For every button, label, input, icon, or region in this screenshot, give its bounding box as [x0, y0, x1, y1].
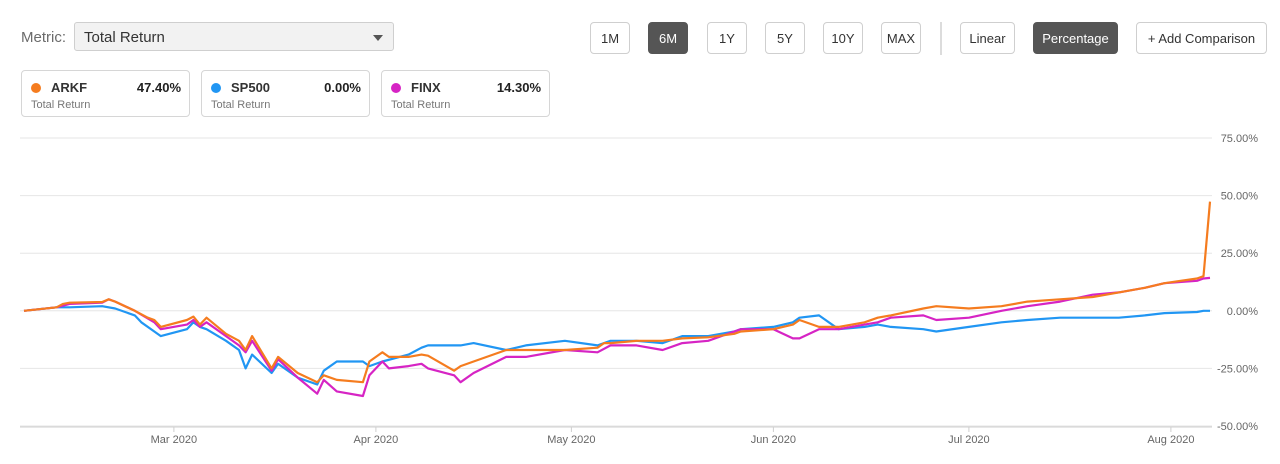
x-tick-label: Aug 2020 — [1147, 434, 1194, 446]
series-color-dot — [211, 83, 221, 93]
percentage-scale-button[interactable]: Percentage — [1033, 22, 1118, 54]
x-tick-label: Mar 2020 — [151, 434, 197, 446]
metric-label: Metric: — [21, 29, 66, 46]
series-metric-label: Total Return — [211, 99, 271, 111]
series-metric-label: Total Return — [391, 99, 451, 111]
y-tick-label: 75.00% — [1221, 133, 1259, 145]
metric-select[interactable]: Total Return — [74, 22, 394, 51]
series-line-finx — [23, 276, 1211, 398]
series-color-dot — [391, 83, 401, 93]
range-button-1m[interactable]: 1M — [590, 22, 630, 54]
range-button-5y[interactable]: 5Y — [765, 22, 805, 54]
series-symbol: FINX — [411, 80, 441, 95]
y-tick-label: 25.00% — [1221, 248, 1259, 260]
series-return-value: 47.40% — [136, 80, 181, 95]
series-card-sp500[interactable]: SP500 0.00% Total Return — [201, 70, 370, 117]
range-button-max[interactable]: MAX — [881, 22, 921, 54]
series-symbol: SP500 — [231, 80, 271, 95]
y-tick-label: 50.00% — [1221, 191, 1259, 203]
range-button-10y[interactable]: 10Y — [823, 22, 863, 54]
series-return-value: 0.00% — [324, 80, 361, 95]
chevron-down-icon — [373, 35, 383, 41]
series-card-finx[interactable]: FINX 14.30% Total Return — [381, 70, 550, 117]
metric-value: Total Return — [84, 29, 165, 46]
y-tick-label: -25.00% — [1217, 363, 1258, 375]
series-line-arkf — [23, 201, 1212, 384]
series-card-arkf[interactable]: ARKF 47.40% Total Return — [21, 70, 190, 117]
x-tick-label: May 2020 — [547, 434, 595, 446]
series-return-value: 14.30% — [496, 80, 541, 95]
series-metric-label: Total Return — [31, 99, 91, 111]
x-tick-label: Jun 2020 — [751, 434, 796, 446]
return-chart[interactable]: 75.00% 50.00% 25.00% 0.00% -25.00% -50.00% Mar… — [0, 120, 1280, 464]
x-tick-label: Apr 2020 — [354, 434, 399, 446]
series-color-dot — [31, 83, 41, 93]
range-button-1y[interactable]: 1Y — [707, 22, 747, 54]
add-comparison-button[interactable]: + Add Comparison — [1136, 22, 1267, 54]
y-tick-label: 0.00% — [1227, 306, 1258, 318]
toolbar-divider — [940, 22, 942, 55]
series-symbol: ARKF — [51, 80, 88, 95]
linear-scale-button[interactable]: Linear — [960, 22, 1015, 54]
y-tick-label: -50.00% — [1217, 421, 1258, 433]
range-button-6m[interactable]: 6M — [648, 22, 688, 54]
x-tick-label: Jul 2020 — [948, 434, 990, 446]
